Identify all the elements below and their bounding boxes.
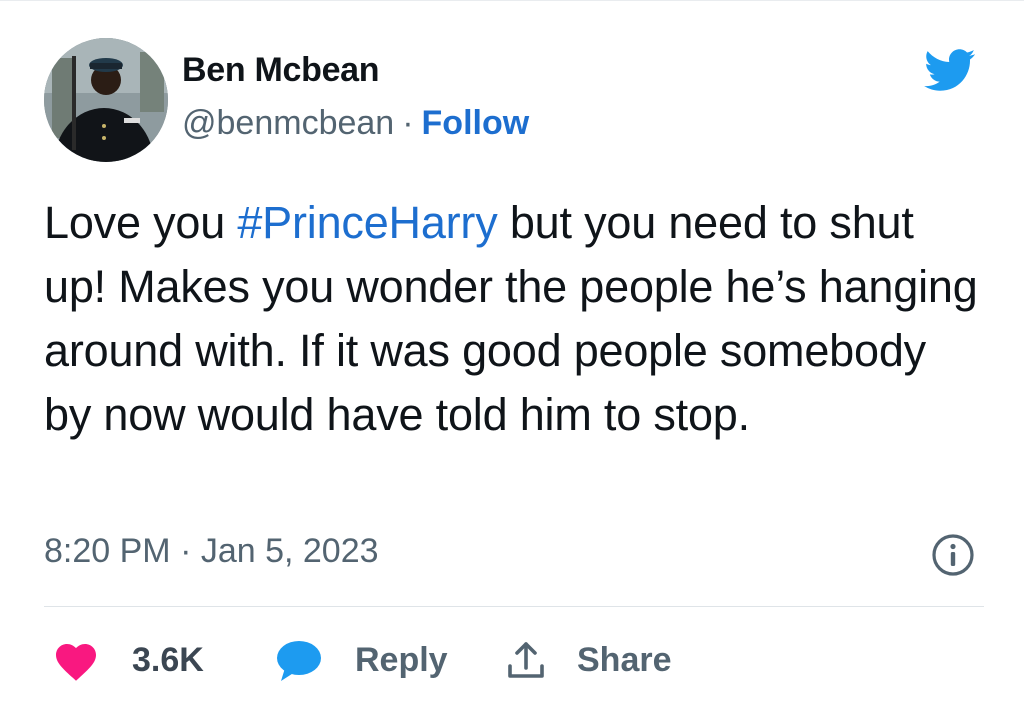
share-label: Share [577,640,672,679]
follow-button[interactable]: Follow [422,104,530,142]
like-count: 3.6K [132,640,204,679]
like-button[interactable]: 3.6K [52,635,204,685]
avatar-photo [44,38,168,162]
tweet-text-start: Love you [44,197,238,248]
tweet-timestamp[interactable]: 8:20 PM · Jan 5, 2023 [44,532,379,571]
handle-separator: · [402,104,414,142]
reply-button[interactable]: Reply [275,635,448,685]
divider [44,606,984,607]
tweet-card: Ben Mcbean @benmcbean · Follow Love you #P… [0,0,1024,709]
avatar[interactable] [44,38,168,162]
hashtag-link[interactable]: #PrinceHarry [237,197,497,248]
twitter-bird-icon[interactable] [916,43,982,97]
heart-icon [56,644,96,681]
author-name[interactable]: Ben Mcbean [182,51,380,90]
speech-bubble-icon [277,641,321,681]
share-arrow-icon [508,642,544,678]
reply-label: Reply [355,640,448,679]
tweet-text: Love you #PrinceHarry but you need to sh… [44,191,984,447]
share-button[interactable]: Share [505,635,672,685]
author-handle[interactable]: @benmcbean [182,104,394,142]
info-icon[interactable] [931,533,975,577]
handle-row: @benmcbean · Follow [182,104,529,143]
